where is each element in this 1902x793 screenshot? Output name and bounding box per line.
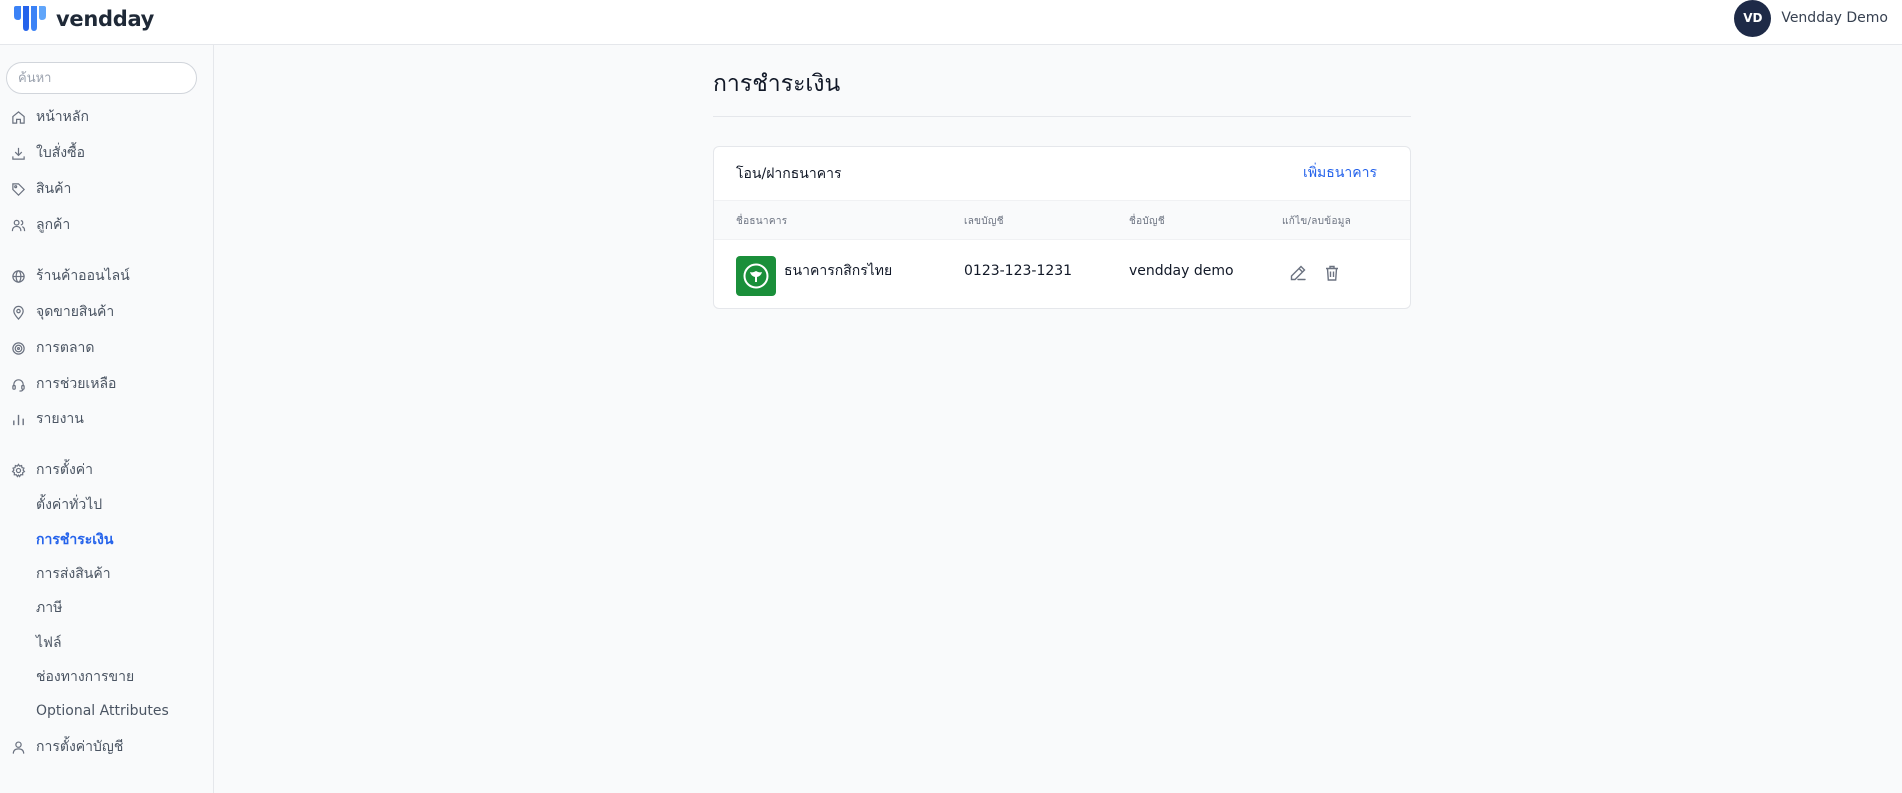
sidebar-item-label: การตั้งค่า	[36, 462, 94, 478]
sidebar-sub-label: Optional Attributes	[36, 703, 169, 719]
sidebar-sub-label: ตั้งค่าทั่วไป	[36, 497, 103, 513]
sidebar: หน้าหลัก ใบสั่งซื้อ สินค้า ลูกค้า ร้านค้…	[0, 45, 214, 793]
sidebar-item-label: รายงาน	[36, 411, 84, 427]
sidebar-item-settings[interactable]: การตั้งค่า	[11, 458, 93, 482]
sidebar-item-customers[interactable]: ลูกค้า	[11, 213, 70, 237]
trash-icon	[1326, 265, 1338, 281]
bar-chart-icon	[13, 414, 24, 425]
globe-icon	[12, 269, 25, 283]
sidebar-sub-sales-channels[interactable]: ช่องทางการขาย	[36, 666, 134, 688]
delete-button[interactable]	[1321, 262, 1343, 284]
sidebar-sub-label: ไฟล์	[36, 635, 62, 651]
sidebar-item-account-settings[interactable]: การตั้งค่าบัญชี	[11, 735, 123, 759]
account-number: 0123-123-1231	[964, 263, 1073, 279]
location-pin-icon	[13, 305, 24, 320]
gear-icon	[11, 462, 26, 478]
kasikorn-bank-logo	[736, 256, 776, 296]
sidebar-item-label: การตั้งค่าบัญชี	[36, 739, 124, 755]
add-bank-button[interactable]: เพิ่มธนาคาร	[1303, 162, 1377, 184]
avatar[interactable]: VD	[1734, 0, 1772, 37]
sidebar-sub-label: ช่องทางการขาย	[36, 669, 135, 685]
tag-icon	[12, 182, 25, 196]
divider	[713, 116, 1411, 117]
kasikorn-logo-icon	[743, 263, 769, 289]
download-icon	[12, 147, 25, 160]
sidebar-sub-files[interactable]: ไฟล์	[36, 632, 62, 654]
column-header-actions: แก้ไข/ลบข้อมูล	[1282, 216, 1352, 227]
sidebar-item-label: หน้าหลัก	[36, 109, 89, 125]
sidebar-sub-label: ภาษี	[36, 600, 63, 616]
sidebar-item-label: ร้านค้าออนไลน์	[36, 268, 130, 284]
home-icon	[12, 110, 25, 124]
page-title: การชำระเงิน	[713, 71, 841, 97]
column-header-account-number: เลขบัญชี	[964, 216, 1004, 227]
sidebar-sub-label: การส่งสินค้า	[36, 566, 111, 582]
table-row: ธนาคารกสิกรไทย 0123-123-1231 vendday dem…	[714, 240, 1410, 308]
sidebar-item-label: สินค้า	[36, 181, 72, 197]
user-menu[interactable]: VD Vendday Demo	[1734, 0, 1888, 37]
sidebar-item-label: การตลาด	[36, 340, 95, 356]
table-header: ชื่อธนาคาร เลขบัญชี ชื่อบัญชี แก้ไข/ลบข้…	[714, 200, 1410, 240]
sidebar-item-marketing[interactable]: การตลาด	[11, 336, 94, 360]
column-header-account-name: ชื่อบัญชี	[1129, 216, 1165, 227]
sidebar-item-label: การช่วยเหลือ	[36, 376, 117, 392]
sidebar-item-orders[interactable]: ใบสั่งซื้อ	[11, 141, 85, 165]
sidebar-item-home[interactable]: หน้าหลัก	[11, 105, 89, 129]
sidebar-sub-shipping[interactable]: การส่งสินค้า	[36, 563, 111, 585]
bank-name: ธนาคารกสิกรไทย	[784, 263, 893, 279]
account-name: vendday demo	[1129, 263, 1234, 279]
search-input[interactable]	[6, 62, 197, 94]
sidebar-sub-optional-attributes[interactable]: Optional Attributes	[36, 700, 169, 722]
target-icon	[12, 341, 25, 355]
top-header: vendday VD Vendday Demo	[0, 0, 1902, 45]
user-name[interactable]: Vendday Demo	[1781, 10, 1888, 26]
edit-button[interactable]	[1287, 262, 1309, 284]
sidebar-item-label: ใบสั่งซื้อ	[36, 145, 86, 161]
sidebar-item-reports[interactable]: รายงาน	[11, 407, 84, 431]
sidebar-sub-payment[interactable]: การชำระเงิน	[36, 529, 113, 551]
vendday-logo-icon	[14, 6, 46, 31]
users-icon	[11, 219, 26, 231]
headset-icon	[12, 378, 25, 392]
column-header-bank-name: ชื่อธนาคาร	[736, 216, 788, 227]
sidebar-item-online-store[interactable]: ร้านค้าออนไลน์	[11, 264, 130, 288]
sidebar-item-label: จุดขายสินค้า	[36, 304, 115, 320]
brand-name: vendday	[56, 7, 155, 31]
user-icon	[12, 740, 25, 754]
sidebar-item-label: ลูกค้า	[36, 217, 71, 233]
sidebar-sub-tax[interactable]: ภาษี	[36, 597, 62, 619]
brand-logo[interactable]: vendday	[12, 4, 154, 34]
sidebar-sub-label: การชำระเงิน	[36, 532, 114, 548]
sidebar-item-support[interactable]: การช่วยเหลือ	[11, 372, 116, 396]
card-title: โอน/ฝากธนาคาร	[736, 166, 842, 182]
bank-transfer-card: โอน/ฝากธนาคาร เพิ่มธนาคาร ชื่อธนาคาร เลข…	[713, 146, 1411, 309]
edit-icon	[1290, 265, 1306, 281]
sidebar-sub-general[interactable]: ตั้งค่าทั่วไป	[36, 494, 102, 516]
sidebar-item-pos[interactable]: จุดขายสินค้า	[11, 300, 114, 324]
sidebar-item-products[interactable]: สินค้า	[11, 177, 71, 201]
